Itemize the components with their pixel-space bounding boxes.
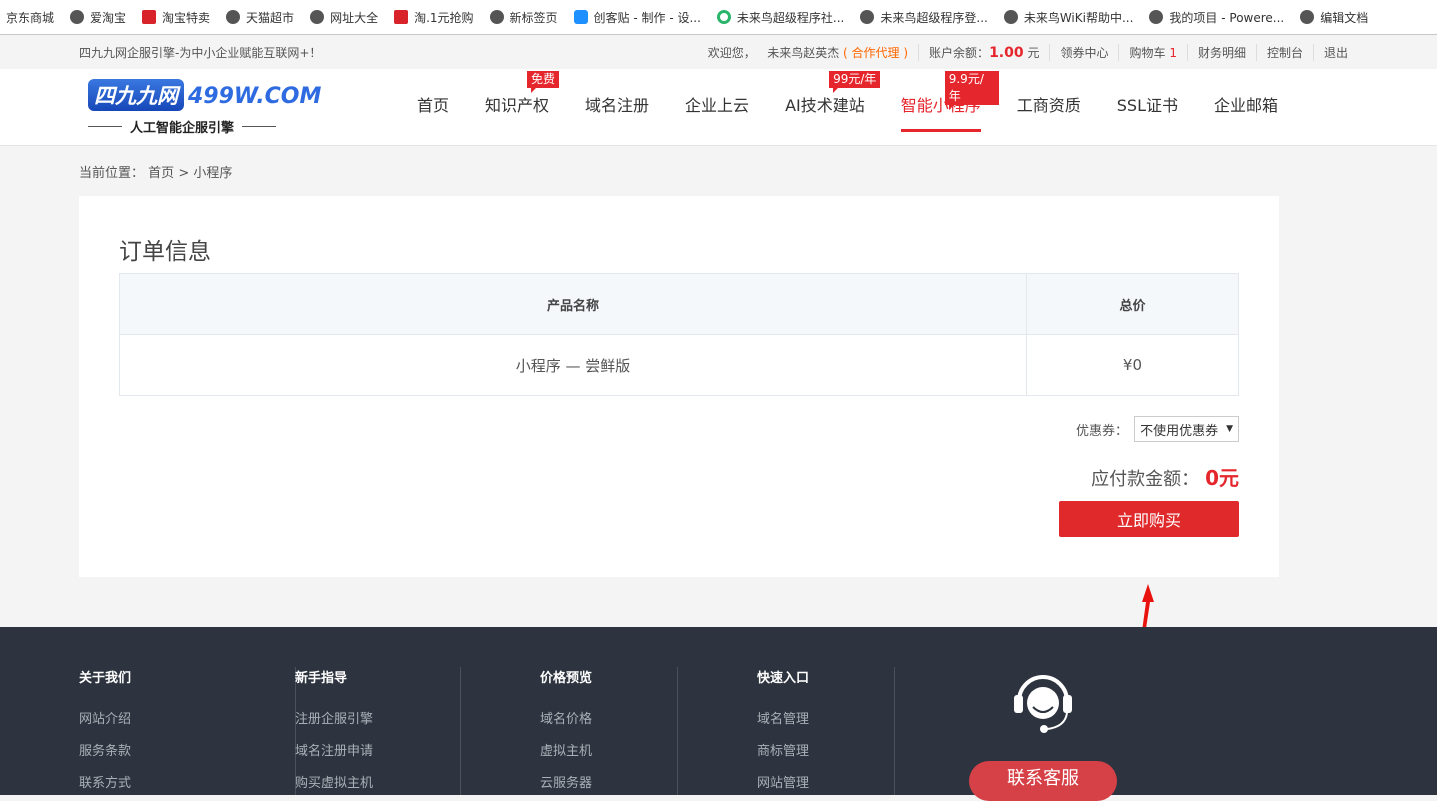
bookmark[interactable]: 天猫超市 [226, 9, 294, 26]
chuangke-icon [573, 10, 588, 24]
taobao-icon [394, 10, 409, 24]
nav-ai-site[interactable]: AI技术建站 99元/年 [767, 69, 883, 146]
top-bar: 四九九网企服引擎-为中小企业赋能互联网+！ 欢迎您， 未来鸟赵英杰 ( 合作代理… [0, 35, 1437, 69]
globe-icon [1149, 10, 1164, 24]
nav-cloud[interactable]: 企业上云 [667, 69, 767, 146]
bookmark[interactable]: 未来鸟超级程序社... [716, 9, 844, 26]
console-link[interactable]: 控制台 [1255, 43, 1313, 61]
footer-link[interactable]: 服务条款 [79, 740, 295, 759]
bookmark[interactable]: 网址大全 [310, 9, 378, 26]
globe-icon [860, 10, 875, 24]
main-nav: 首页 知识产权 免费 域名注册 企业上云 AI技术建站 99元/年 智能小程序 9.9… [399, 69, 1296, 146]
nav-tag: 9.9元/年 [944, 71, 999, 110]
nav-ip[interactable]: 知识产权 免费 [467, 69, 567, 146]
footer-link[interactable]: 联系方式 [79, 772, 295, 791]
bookmark[interactable]: 淘.1元抢购 [394, 9, 474, 26]
bookmark[interactable]: 京东商城 [6, 9, 54, 26]
bookmark[interactable]: 我的项目 - Powere... [1149, 9, 1284, 26]
bookmark[interactable]: 未来鸟WiKi帮助中... [1003, 9, 1133, 26]
nav-ssl[interactable]: SSL证书 [1099, 69, 1196, 146]
page-title: 订单信息 [119, 239, 211, 265]
column-header: 产品名称 [119, 273, 1027, 335]
globe-icon [489, 10, 504, 24]
header: 四九九网 499W.COM 人工智能企服引擎 首页 知识产权 免费 域名注册 企业上… [0, 69, 1437, 146]
total-amount: 应付款金额： 0元 [1091, 466, 1239, 490]
weilainiao-icon [716, 10, 731, 24]
bookmark[interactable]: 淘宝特卖 [142, 9, 210, 26]
footer-link[interactable]: 网站介绍 [79, 708, 295, 727]
bookmark[interactable]: 编辑文档 [1300, 9, 1368, 26]
nav-tag: 免费 [527, 71, 560, 93]
coupon-row: 优惠券： 不使用优惠券 ▼ [1076, 416, 1239, 442]
buy-now-button[interactable]: 立即购买 [1059, 501, 1239, 537]
username[interactable]: 未来鸟赵英杰 [767, 46, 839, 60]
nav-home[interactable]: 首页 [399, 69, 467, 146]
taobao-icon [142, 10, 157, 24]
nav-domain[interactable]: 域名注册 [567, 69, 667, 146]
globe-icon [226, 10, 241, 24]
footer-column: 价格预览 域名价格 虚拟主机 云服务器 [540, 667, 678, 795]
logout-link[interactable]: 退出 [1312, 43, 1358, 61]
globe-icon [310, 10, 325, 24]
caret-down-icon: ▼ [1226, 424, 1233, 434]
nav-email[interactable]: 企业邮箱 [1196, 69, 1296, 146]
footer-link[interactable]: 域名价格 [540, 708, 677, 727]
bookmark[interactable]: 新标签页 [489, 9, 558, 26]
footer-column: 新手指导 注册企服引擎 域名注册申请 购买虚拟主机 [295, 667, 461, 795]
order-table: 产品名称 总价 小程序 — 尝鲜版 ¥0 [119, 273, 1240, 396]
cart-link[interactable]: 购物车 1 [1118, 43, 1186, 61]
balance: 账户余额：1.00 元 [918, 43, 1049, 61]
headset-icon [1014, 675, 1072, 733]
footer-column: 关于我们 网站介绍 服务条款 联系方式 [79, 667, 296, 795]
footer-link[interactable]: 网站管理 [757, 772, 894, 791]
footer-link[interactable]: 域名注册申请 [295, 740, 460, 759]
order-card: 订单信息 产品名称 总价 小程序 — 尝鲜版 ¥0 优惠券： 不使用优惠券 ▼ 应付款… [79, 196, 1279, 577]
bookmarks-bar: 京东商城 爱淘宝 淘宝特卖 天猫超市 网址大全 淘.1元抢购 新标签页 创客贴 … [0, 0, 1437, 35]
footer-link[interactable]: 购买虚拟主机 [295, 772, 460, 791]
slogan: 四九九网企服引擎-为中小企业赋能互联网+！ [79, 45, 322, 60]
footer-column: 快速入口 域名管理 商标管理 网站管理 [757, 667, 895, 795]
nav-tag: 99元/年 [829, 71, 881, 93]
finance-link[interactable]: 财务明细 [1186, 43, 1256, 61]
bookmark[interactable]: 爱淘宝 [70, 9, 126, 26]
footer: 关于我们 网站介绍 服务条款 联系方式 新手指导 注册企服引擎 域名注册申请 购买虚拟主机 … [0, 627, 1437, 801]
nav-miniprogram[interactable]: 智能小程序 9.9元/年 [883, 69, 999, 146]
coupon-center-link[interactable]: 领券中心 [1049, 43, 1118, 61]
user-info: 欢迎您， 未来鸟赵英杰 ( 合作代理 ) [707, 45, 909, 60]
breadcrumb: 当前位置： 首页 > 小程序 [79, 166, 233, 181]
globe-icon [1003, 10, 1018, 24]
footer-link[interactable]: 云服务器 [540, 772, 677, 791]
footer-link[interactable]: 商标管理 [757, 740, 894, 759]
footer-link[interactable]: 虚拟主机 [540, 740, 677, 759]
globe-icon [1300, 10, 1315, 24]
footer-link[interactable]: 域名管理 [757, 708, 894, 727]
table-row: 小程序 — 尝鲜版 ¥0 [119, 334, 1240, 396]
column-header: 总价 [1025, 273, 1240, 335]
logo[interactable]: 四九九网 499W.COM 人工智能企服引擎 [88, 79, 321, 136]
bookmark[interactable]: 未来鸟超级程序登... [860, 9, 988, 26]
coupon-select[interactable]: 不使用优惠券 ▼ [1134, 416, 1239, 442]
nav-business[interactable]: 工商资质 [999, 69, 1099, 146]
breadcrumb-home[interactable]: 首页 [148, 166, 174, 181]
breadcrumb-current: 小程序 [193, 166, 233, 181]
bookmark[interactable]: 创客贴 - 制作 - 设... [573, 9, 701, 26]
footer-link[interactable]: 注册企服引擎 [295, 708, 460, 727]
globe-icon [70, 10, 85, 24]
contact-service-button[interactable]: 联系客服 [969, 761, 1117, 801]
